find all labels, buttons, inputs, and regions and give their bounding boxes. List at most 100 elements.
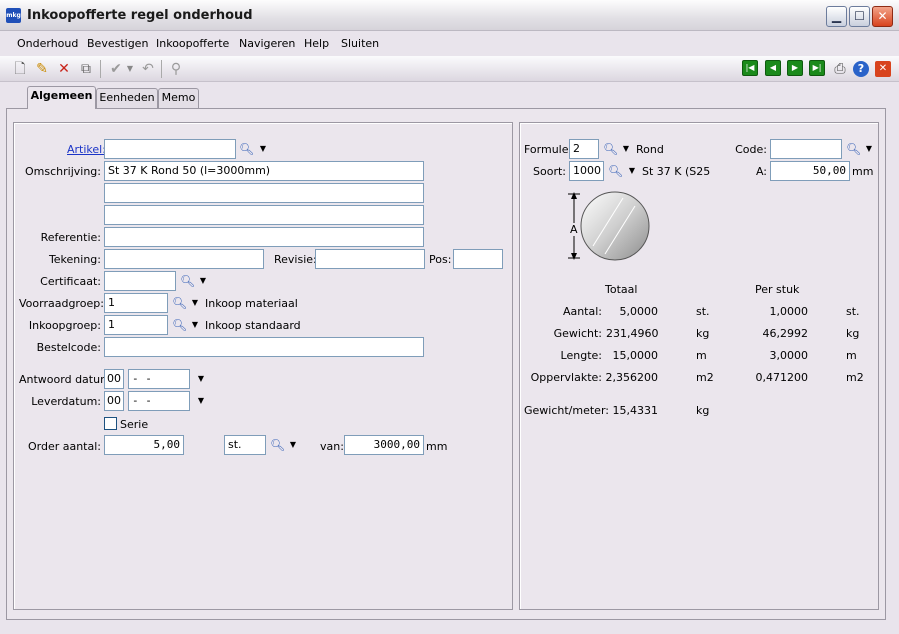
- formule-input[interactable]: 2: [569, 139, 599, 159]
- search-icon[interactable]: 🔍︎: [608, 163, 623, 179]
- chevron-down-icon[interactable]: ▼: [126, 61, 134, 77]
- certificaat-input[interactable]: [104, 271, 176, 291]
- close-icon[interactable]: ✕: [875, 61, 891, 77]
- link-icon[interactable]: ⚲: [166, 59, 186, 79]
- bestelcode-label: Bestelcode:: [36, 341, 101, 354]
- tekening-input[interactable]: [104, 249, 264, 269]
- code-input[interactable]: [770, 139, 842, 159]
- menu-inkoopofferte[interactable]: Inkoopofferte: [156, 37, 229, 50]
- menu-onderhoud[interactable]: Onderhoud: [17, 37, 78, 50]
- close-icon: ✕: [877, 9, 888, 23]
- confirm-check-icon[interactable]: ✔: [106, 59, 126, 79]
- chevron-down-icon[interactable]: ▼: [289, 437, 297, 453]
- gewicht-unit: kg: [696, 327, 710, 340]
- unit-input[interactable]: st.: [224, 435, 266, 455]
- search-icon[interactable]: 🔍︎: [172, 295, 187, 311]
- search-icon[interactable]: 🔍︎: [846, 141, 861, 157]
- lever-week-input[interactable]: 00: [104, 391, 124, 411]
- menu-bevestigen[interactable]: Bevestigen: [87, 37, 148, 50]
- aantal-per-unit: st.: [846, 305, 860, 318]
- serie-checkbox[interactable]: [104, 417, 117, 430]
- soort-input[interactable]: 1000: [569, 161, 604, 181]
- chevron-down-icon[interactable]: ▼: [191, 295, 199, 311]
- search-icon[interactable]: 🔍︎: [180, 273, 195, 289]
- menu-navigeren[interactable]: Navigeren: [239, 37, 295, 50]
- omschrijving-input-3[interactable]: [104, 205, 424, 225]
- certificaat-label: Certificaat:: [40, 275, 101, 288]
- chevron-down-icon[interactable]: ▼: [628, 163, 636, 179]
- a-input[interactable]: 50,00: [770, 161, 850, 181]
- gewicht-meter-unit: kg: [696, 404, 710, 417]
- inkoopgroep-input[interactable]: 1: [104, 315, 168, 335]
- code-label: Code:: [735, 143, 767, 156]
- pos-input[interactable]: [453, 249, 503, 269]
- menu-help[interactable]: Help: [304, 37, 329, 50]
- menu-sluiten[interactable]: Sluiten: [341, 37, 379, 50]
- date-dropdown-icon[interactable]: ▼: [197, 371, 205, 387]
- van-input[interactable]: 3000,00: [344, 435, 424, 455]
- tab-eenheden[interactable]: Eenheden: [96, 88, 158, 108]
- oppervlakte-unit: m2: [696, 371, 714, 384]
- bestelcode-input[interactable]: [104, 337, 424, 357]
- voorraadgroep-label: Voorraadgroep:: [19, 297, 104, 310]
- maximize-button[interactable]: ☐: [849, 6, 870, 27]
- search-icon[interactable]: 🔍︎: [172, 317, 187, 333]
- pos-label: Pos:: [429, 253, 452, 266]
- oppervlakte-total: 2,356200: [605, 371, 659, 384]
- lengte-unit: m: [696, 349, 707, 362]
- gewicht-label: Gewicht:: [553, 327, 602, 340]
- delete-x-icon[interactable]: ✕: [54, 59, 74, 79]
- chevron-down-icon[interactable]: ▼: [259, 141, 267, 157]
- oppervlakte-label: Oppervlakte:: [530, 371, 602, 384]
- gewicht-per-stuk: 46,2992: [762, 327, 809, 340]
- undo-icon[interactable]: ↶: [138, 59, 158, 79]
- referentie-input[interactable]: [104, 227, 424, 247]
- revisie-input[interactable]: [315, 249, 425, 269]
- omschrijving-input-1[interactable]: St 37 K Rond 50 (l=3000mm): [104, 161, 424, 181]
- copy-icon[interactable]: ⧉: [76, 59, 96, 79]
- tab-memo[interactable]: Memo: [158, 88, 199, 108]
- aantal-label: Aantal:: [562, 305, 602, 318]
- tab-algemeen[interactable]: Algemeen: [27, 86, 96, 109]
- gewicht-meter-label: Gewicht/meter:: [524, 404, 609, 417]
- next-record-icon[interactable]: ▶: [787, 60, 803, 76]
- first-record-icon[interactable]: |◀: [742, 60, 758, 76]
- chevron-down-icon[interactable]: ▼: [191, 317, 199, 333]
- search-icon[interactable]: 🔍︎: [239, 141, 254, 157]
- van-unit: mm: [426, 440, 448, 453]
- order-aantal-input[interactable]: 5,00: [104, 435, 184, 455]
- artikel-input[interactable]: [104, 139, 236, 159]
- search-icon[interactable]: 🔍︎: [270, 437, 285, 453]
- voorraadgroep-input[interactable]: 1: [104, 293, 168, 313]
- edit-pencil-icon[interactable]: ✎: [32, 59, 52, 79]
- omschrijving-input-2[interactable]: [104, 183, 424, 203]
- gewicht-total: 231,4960: [606, 327, 659, 340]
- chevron-down-icon[interactable]: ▼: [199, 273, 207, 289]
- inkoopgroep-label: Inkoopgroep:: [28, 319, 101, 332]
- leverdatum-label: Leverdatum:: [31, 395, 101, 408]
- window-title: Inkoopofferte regel onderhoud: [27, 8, 253, 23]
- minimize-button[interactable]: ▁: [826, 6, 847, 27]
- date-dropdown-icon[interactable]: ▼: [197, 393, 205, 409]
- soort-description: St 37 K (S25: [642, 165, 711, 178]
- last-record-icon[interactable]: ▶|: [809, 60, 825, 76]
- artikel-link[interactable]: Artikel:: [67, 143, 106, 156]
- antwoord-week-input[interactable]: 00: [104, 369, 124, 389]
- chevron-down-icon[interactable]: ▼: [865, 141, 873, 157]
- new-document-icon[interactable]: 🗋: [10, 59, 30, 79]
- chevron-down-icon[interactable]: ▼: [622, 141, 630, 157]
- gewicht-meter-value: 15,4331: [612, 404, 659, 417]
- print-icon[interactable]: ⎙: [830, 59, 850, 79]
- close-window-button[interactable]: ✕: [872, 6, 893, 27]
- referentie-label: Referentie:: [40, 231, 101, 244]
- tekening-label: Tekening:: [48, 253, 101, 266]
- lever-date-input[interactable]: - -: [128, 391, 190, 411]
- search-icon[interactable]: 🔍︎: [603, 141, 618, 157]
- previous-record-icon[interactable]: ◀: [765, 60, 781, 76]
- inkoopgroep-description: Inkoop standaard: [205, 319, 301, 332]
- aantal-total: 5,0000: [619, 305, 659, 318]
- revisie-label: Revisie:: [274, 253, 317, 266]
- antwoord-date-input[interactable]: - -: [128, 369, 190, 389]
- col-per-stuk-header: Per stuk: [755, 283, 800, 296]
- help-icon[interactable]: ?: [853, 61, 869, 77]
